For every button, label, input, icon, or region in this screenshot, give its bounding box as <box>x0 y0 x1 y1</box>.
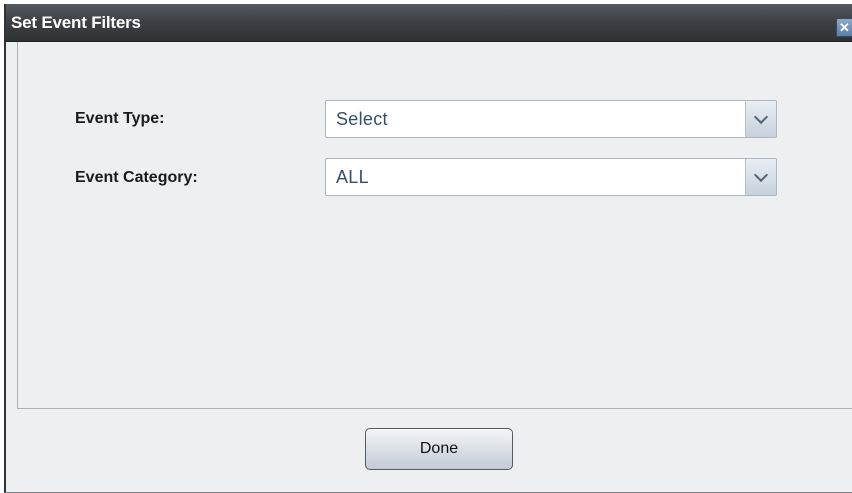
event-category-value: ALL <box>336 167 369 187</box>
done-button[interactable]: Done <box>365 428 513 470</box>
close-icon: ✕ <box>839 20 850 35</box>
event-type-dropdown-button[interactable] <box>745 101 776 137</box>
event-category-select[interactable]: ALL <box>325 158 777 196</box>
dialog-title: Set Event Filters <box>11 13 141 32</box>
event-category-dropdown-button[interactable] <box>745 159 776 195</box>
event-type-select[interactable]: Select <box>325 100 777 138</box>
dialog-title-bar[interactable]: Set Event Filters ✕ <box>6 4 852 42</box>
set-event-filters-dialog: Set Event Filters ✕ Event Type: Select E… <box>4 4 852 493</box>
dialog-footer: Done <box>18 409 852 492</box>
dialog-content: Event Type: Select Event Category: ALL <box>17 42 852 409</box>
chevron-down-icon <box>753 167 769 183</box>
event-type-value: Select <box>336 109 388 129</box>
close-button[interactable]: ✕ <box>836 18 852 37</box>
event-type-label: Event Type: <box>75 110 165 127</box>
chevron-down-icon <box>753 109 769 125</box>
event-category-label: Event Category: <box>75 169 198 186</box>
